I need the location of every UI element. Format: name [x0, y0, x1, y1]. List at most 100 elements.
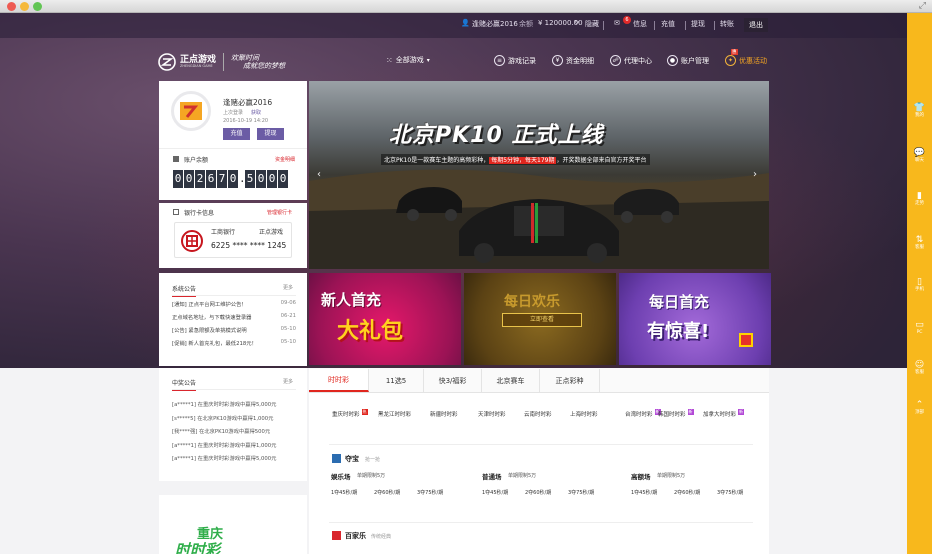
- promo-daily[interactable]: 每日欢乐 立即查看: [464, 273, 616, 365]
- notice-item[interactable]: 正点域名地址，与下载快速登录器 06-21: [172, 313, 296, 326]
- lottery-item[interactable]: 上海时时彩: [570, 410, 598, 418]
- chat-icon: 💬: [913, 148, 926, 158]
- winner-item: [我****强] 在北京PK10游戏中赢得500元: [172, 429, 271, 435]
- balance-digit: 0: [267, 170, 277, 188]
- transfer-link[interactable]: 转账: [720, 19, 734, 29]
- lottery-item[interactable]: 韩国时时彩: [658, 410, 686, 418]
- notice-text: [促销] 新人首充礼包，最低218元！: [172, 341, 257, 347]
- hall-option[interactable]: 2夺60秒/期: [525, 489, 551, 496]
- sidebar-label: 客服: [915, 245, 924, 250]
- main-banner[interactable]: 北京PK10 正式上线 北京PK10是一款赛车主题的高频彩种， 每期5分钟，每天1…: [309, 81, 769, 269]
- window-titlebar: ⤢: [0, 0, 932, 13]
- hall-name[interactable]: 普通场: [482, 471, 502, 481]
- hall-option[interactable]: 1夺45秒/期: [631, 489, 657, 496]
- sidebar-item[interactable]: 💬 聊天: [907, 148, 932, 164]
- lottery-item[interactable]: 台湾时时彩: [625, 410, 653, 418]
- hall-option[interactable]: 3夺75秒/期: [568, 489, 594, 496]
- bank-title: 银行卡信息: [184, 210, 215, 217]
- sidebar-item[interactable]: 👕 我的: [907, 103, 932, 119]
- banner-prev-icon[interactable]: ‹: [317, 169, 321, 180]
- sidebar-item[interactable]: ⇅ 客服: [907, 235, 932, 251]
- hide-balance-link[interactable]: 隐藏: [585, 19, 599, 29]
- deposit-link[interactable]: 充值: [661, 19, 675, 29]
- baijiale-icon: [332, 531, 341, 540]
- lottery-item[interactable]: 新疆时时彩: [430, 410, 458, 418]
- fullscreen-icon[interactable]: ⤢: [919, 1, 926, 11]
- chart-icon: ▮: [917, 191, 922, 201]
- tab-0[interactable]: 时时彩: [309, 369, 369, 392]
- mail-icon[interactable]: ✉: [614, 19, 620, 27]
- sidebar-item[interactable]: ▮ 走势: [907, 191, 932, 207]
- tab-1[interactable]: 11选5: [369, 369, 424, 392]
- close-window-button[interactable]: [7, 2, 16, 11]
- lottery-item[interactable]: 天津时时彩: [478, 410, 506, 418]
- bank-name: 工商银行: [211, 229, 236, 236]
- grid-icon: ⁙: [386, 55, 393, 65]
- tab-4[interactable]: 正点彩种: [540, 369, 600, 392]
- view-now-button[interactable]: 立即查看: [502, 313, 582, 327]
- hall-option[interactable]: 3夺75秒/期: [417, 489, 443, 496]
- winner-more-link[interactable]: 更多: [283, 378, 293, 385]
- hall-option[interactable]: 2夺60秒/期: [374, 489, 400, 496]
- promo-daily-first[interactable]: 每日首充 有惊喜!: [619, 273, 771, 365]
- minimize-window-button[interactable]: [20, 2, 29, 11]
- site-logo[interactable]: 正点游戏 ZHENGDIAN GAME 欢聚时间 成就您的梦想: [158, 50, 285, 74]
- banner-description: 北京PK10是一款赛车主题的高频彩种， 每期5分钟，每天179期 ，开奖数据全部来自…: [381, 154, 650, 165]
- exit-link[interactable]: 获取: [251, 109, 261, 116]
- nav-game-record[interactable]: ≡ 游戏记录: [494, 55, 536, 66]
- fund-detail-link[interactable]: 资金明细: [275, 156, 295, 163]
- lottery-item[interactable]: 云南时时彩: [524, 410, 552, 418]
- slogan-line2: 成就您的梦想: [243, 62, 286, 70]
- sidebar-item[interactable]: ▯ 手机: [907, 277, 932, 293]
- logout-button[interactable]: 退出: [744, 18, 768, 32]
- promo-badge: 惠: [731, 49, 738, 55]
- hall-option[interactable]: 1夺45秒/期: [482, 489, 508, 496]
- notice-text: 正点域名地址，与下载快速登录器: [172, 315, 252, 321]
- notice-item[interactable]: [通知] 正点平台网工维护公告！ 09-06: [172, 300, 296, 313]
- all-games-menu[interactable]: ⁙ 全部游戏 ▾: [386, 55, 430, 65]
- notice-more-link[interactable]: 更多: [283, 284, 293, 291]
- cqssc-ad[interactable]: 重庆 时时彩: [159, 495, 307, 554]
- nav-promotions[interactable]: ✦ 优惠活动: [725, 55, 767, 66]
- lottery-item[interactable]: 重庆时时彩: [332, 410, 360, 418]
- withdraw-button[interactable]: 提现: [257, 128, 284, 140]
- notice-list: [通知] 正点平台网工维护公告！ 09-06 正点域名地址，与下载快速登录器 06-2…: [172, 300, 296, 352]
- sidebar-item[interactable]: ▭ PC: [907, 320, 932, 336]
- winner-item: [a*****1] 在重庆时时彩游戏中赢得1,000元: [172, 442, 277, 449]
- tab-3[interactable]: 北京赛车: [482, 369, 540, 392]
- winner-item: [a*****1] 在重庆时时彩游戏中赢得5,000元: [172, 402, 277, 408]
- divider: [654, 21, 655, 30]
- winner-item: [s*****5] 在北京PK10游戏中赢得1,000元: [172, 415, 274, 422]
- zoom-window-button[interactable]: [33, 2, 42, 11]
- notice-date: 05-10: [280, 326, 296, 332]
- hall-option[interactable]: 3夺75秒/期: [717, 489, 743, 496]
- agent-icon: ☍: [610, 55, 621, 66]
- lottery-item[interactable]: 黑龙江时时彩: [378, 410, 411, 418]
- balance-digit: 0: [256, 170, 266, 188]
- withdraw-link[interactable]: 提现: [691, 19, 705, 29]
- username[interactable]: 逢赌必赢2016: [472, 19, 518, 29]
- nav-fund-detail[interactable]: ¥ 资金明细: [552, 55, 594, 66]
- sidebar-label: 顶部: [915, 410, 924, 415]
- banner-desc-b: ，开奖数据全部来自官方开奖平台: [556, 157, 647, 164]
- nav-account-management[interactable]: ● 账户管理: [667, 55, 709, 66]
- notice-item[interactable]: [公告] 紧急限额及单挑模式说明 05-10: [172, 326, 296, 339]
- banner-next-icon[interactable]: ›: [753, 169, 757, 180]
- deposit-button[interactable]: 充值: [223, 128, 250, 140]
- hall-name[interactable]: 娱乐场: [331, 471, 351, 481]
- refresh-icon[interactable]: ↻: [574, 19, 579, 26]
- divider: [685, 21, 686, 30]
- sidebar-item[interactable]: ⌃ 顶部: [907, 400, 932, 416]
- messages-link[interactable]: 信息: [633, 19, 647, 29]
- hall-option[interactable]: 2夺60秒/期: [674, 489, 700, 496]
- nav-agent-center[interactable]: ☍ 代理中心: [610, 55, 652, 66]
- hall-name[interactable]: 高额场: [631, 471, 651, 481]
- tab-2[interactable]: 快3/福彩: [424, 369, 482, 392]
- lottery-item[interactable]: 加拿大时时彩: [703, 410, 736, 418]
- sidebar-item[interactable]: ☺ 客服: [907, 360, 932, 376]
- hall-option[interactable]: 1夺45秒/期: [331, 489, 357, 496]
- manage-bank-link[interactable]: 管理银行卡: [267, 209, 292, 216]
- avatar[interactable]: [171, 91, 211, 131]
- notice-item[interactable]: [促销] 新人首充礼包，最低218元！ 05-10: [172, 339, 296, 352]
- promo-new-user[interactable]: 新人首充 大礼包: [309, 273, 461, 365]
